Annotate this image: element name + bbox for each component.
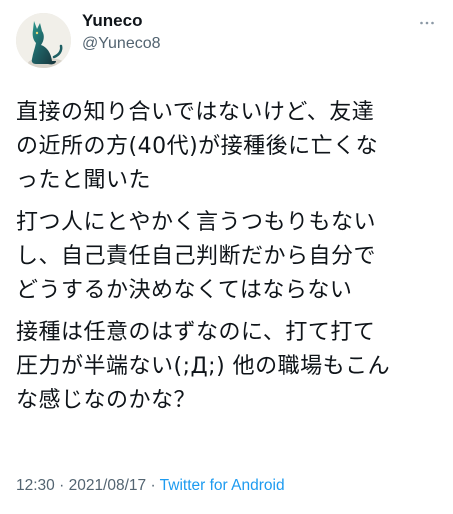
cat-figurine-icon (16, 13, 71, 68)
tweet-paragraph-2: 打つ人にとやかく言うつもりもない し、自己責任自己判断だから自分で どうするか決… (16, 210, 377, 303)
more-options-button[interactable] (417, 13, 437, 33)
tweet: Yuneco @Yuneco8 直接の知り合いではないけど、友達 の近所の方(4… (0, 0, 453, 514)
user-handle[interactable]: @Yuneco8 (82, 33, 161, 54)
tweet-text: 直接の知り合いではないけど、友達 の近所の方(40代)が接種後に亡くな ったと聞… (16, 96, 439, 426)
avatar[interactable] (16, 13, 71, 68)
meta-separator: · (146, 477, 160, 494)
tweet-paragraph-1: 直接の知り合いではないけど、友達 の近所の方(40代)が接種後に亡くな ったと聞… (16, 100, 379, 193)
tweet-source-link[interactable]: Twitter for Android (160, 477, 285, 494)
tweet-time[interactable]: 12:30 (16, 477, 55, 494)
display-name[interactable]: Yuneco (82, 10, 161, 32)
tweet-date[interactable]: 2021/08/17 (69, 477, 147, 494)
meta-separator: · (54, 477, 69, 494)
more-horizontal-icon (420, 21, 434, 25)
tweet-header: Yuneco @Yuneco8 (16, 10, 437, 72)
tweet-paragraph-3: 接種は任意のはずなのに、打て打て 圧力が半端ない(;Д;) 他の職場もこん な感… (16, 320, 391, 413)
tweet-meta: 12:30 · 2021/08/17 · Twitter for Android (16, 476, 285, 496)
user-names: Yuneco @Yuneco8 (82, 10, 161, 54)
